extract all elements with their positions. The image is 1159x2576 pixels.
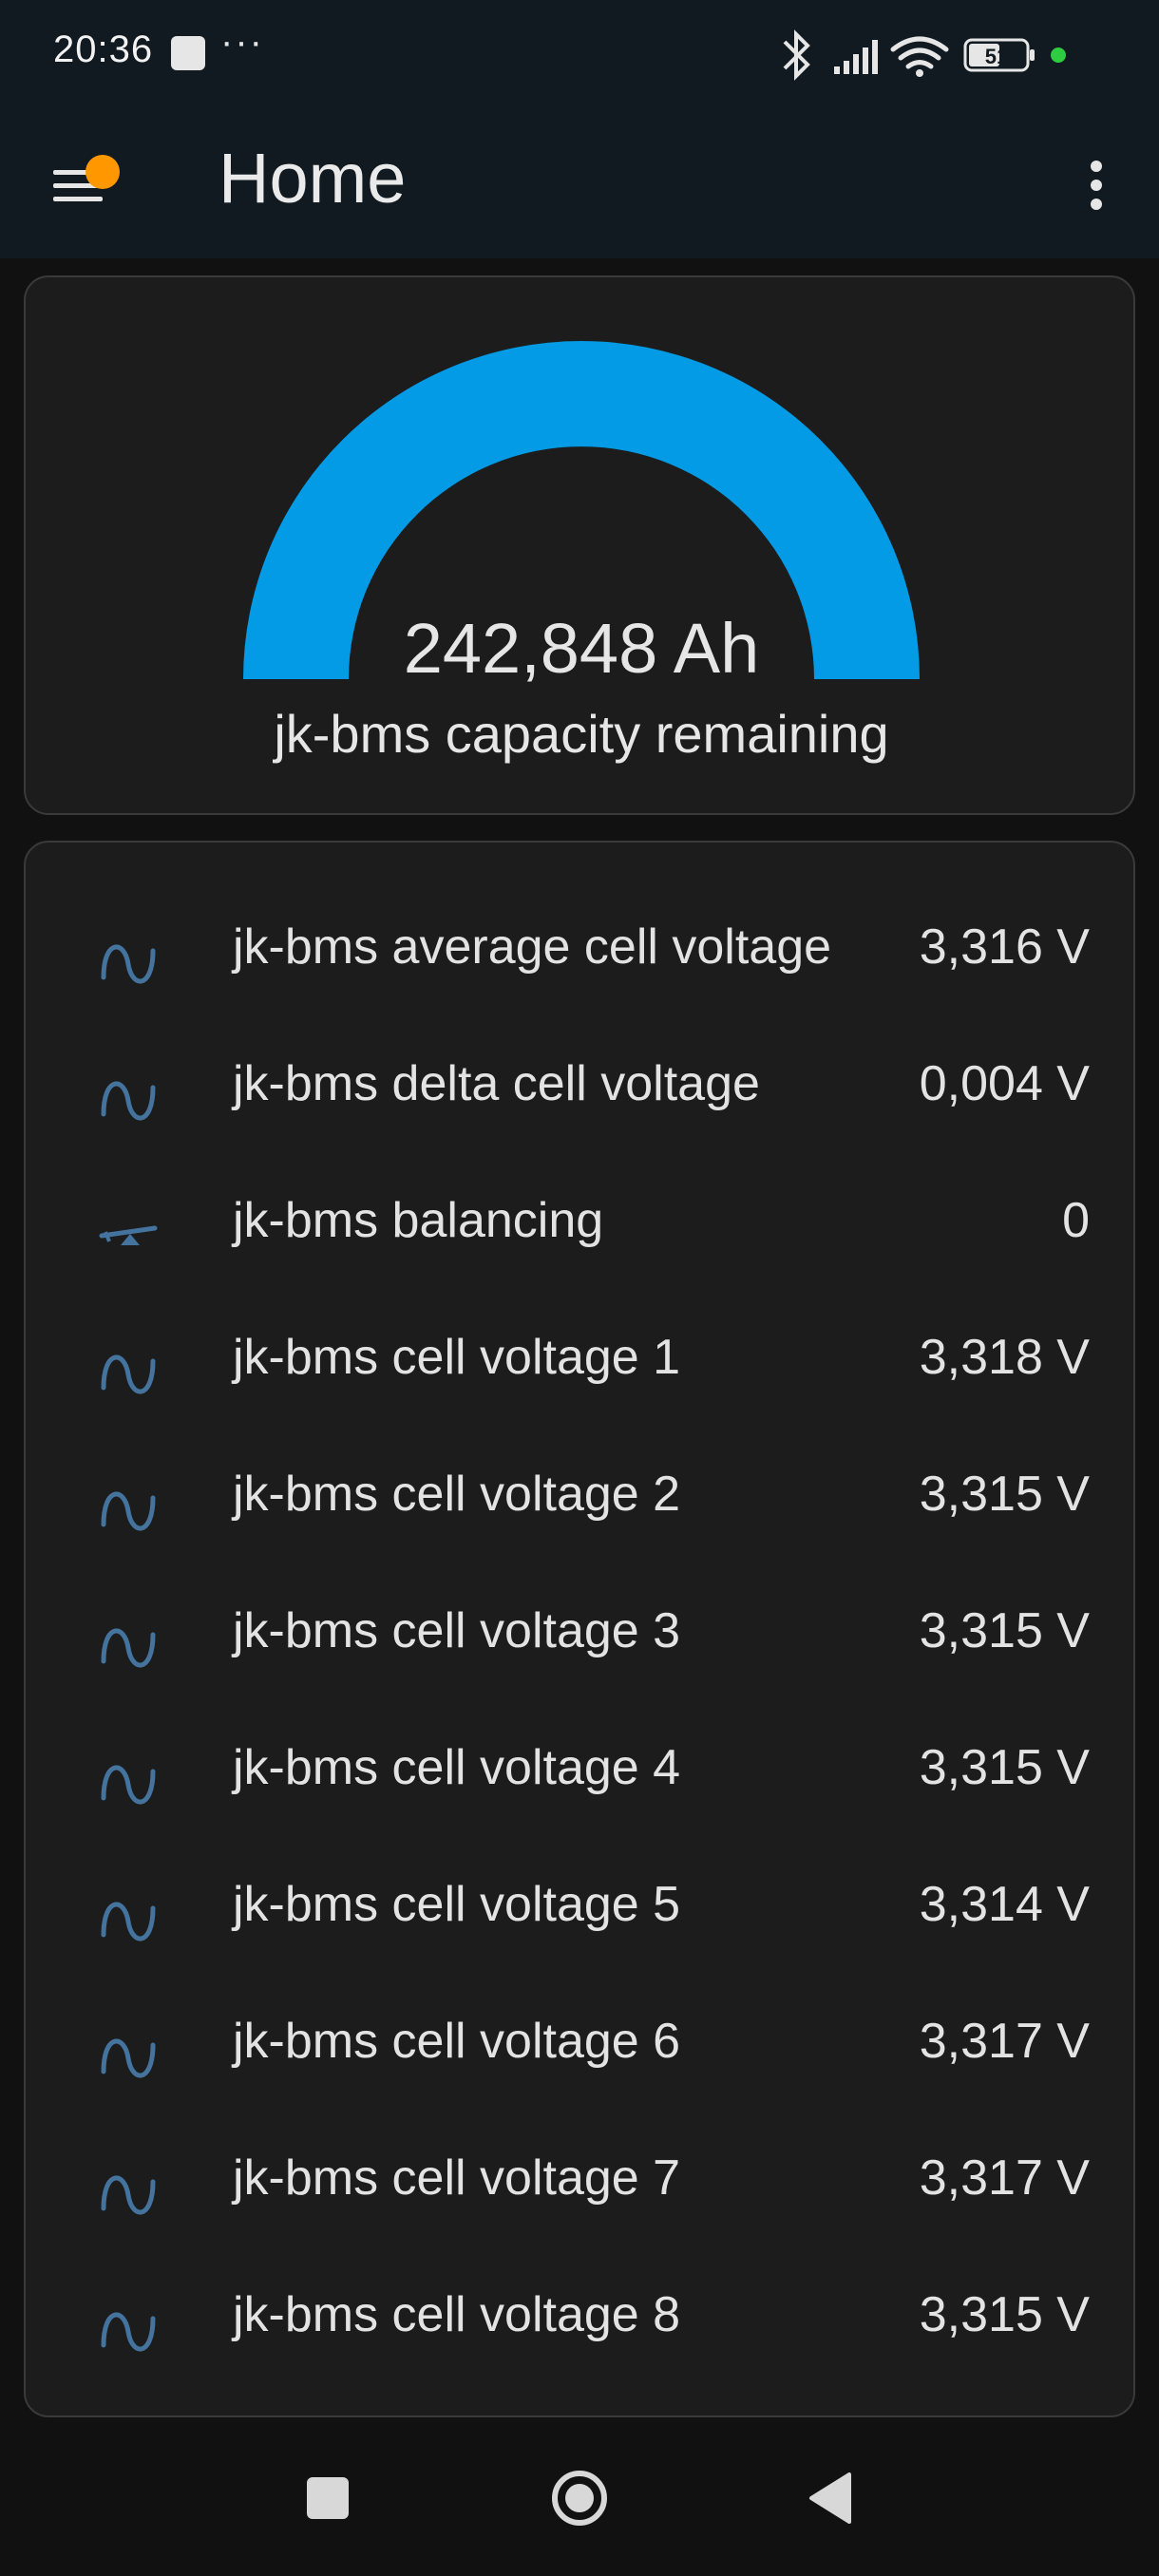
bluetooth-icon <box>783 29 810 81</box>
entity-row[interactable]: jk-bms cell voltage 1 3,318 V <box>26 1302 1137 1439</box>
battery-level: 51 <box>985 45 1008 68</box>
more-notifications-icon: ··· <box>220 21 264 63</box>
entity-label: jk-bms average cell voltage <box>233 919 832 975</box>
entity-label: jk-bms cell voltage 5 <box>233 1877 681 1932</box>
battery-icon: 51 <box>963 38 1035 72</box>
entity-label: jk-bms cell voltage 2 <box>233 1467 681 1522</box>
entity-row[interactable]: jk-bms cell voltage 3 3,315 V <box>26 1576 1137 1713</box>
entity-row[interactable]: jk-bms cell voltage 4 3,315 V <box>26 1713 1137 1849</box>
wifi-icon <box>890 36 949 69</box>
back-triangle-icon[interactable] <box>788 2455 874 2541</box>
overflow-dot <box>1091 199 1102 210</box>
sine-wave-icon <box>96 2161 162 2227</box>
entity-value: 3,317 V <box>919 2150 1090 2206</box>
entities-card: jk-bms average cell voltage 3,316 Vjk-bms… <box>24 841 1135 2417</box>
page-title: Home <box>218 139 407 218</box>
active-dot-icon <box>1051 47 1066 63</box>
sine-wave-icon <box>96 930 162 996</box>
entity-value: 3,314 V <box>919 1877 1090 1932</box>
entity-value: 3,317 V <box>919 2014 1090 2069</box>
menu-button[interactable] <box>42 147 120 223</box>
entity-label: jk-bms delta cell voltage <box>233 1056 760 1111</box>
entity-row[interactable]: jk-bms delta cell voltage 0,004 V <box>26 1029 1137 1165</box>
entity-value: 0 <box>1062 1193 1090 1248</box>
status-time: 20:36 <box>53 28 154 70</box>
more-vertical-icon[interactable] <box>1068 157 1125 214</box>
notification-dot <box>86 155 120 189</box>
sine-wave-icon <box>96 1614 162 1680</box>
gauge-label: jk-bms capacity remaining <box>274 704 889 764</box>
entity-value: 3,315 V <box>919 1467 1090 1522</box>
entity-row[interactable]: jk-bms average cell voltage 3,316 V <box>26 892 1137 1029</box>
entity-label: jk-bms cell voltage 8 <box>233 2287 681 2342</box>
home-circle-icon[interactable] <box>537 2455 622 2541</box>
entity-value: 3,315 V <box>919 1740 1090 1795</box>
sine-wave-icon <box>96 1067 162 1133</box>
entity-row[interactable]: jk-bms balancing 0 <box>26 1165 1137 1302</box>
entity-label: jk-bms balancing <box>233 1193 604 1248</box>
entity-row[interactable]: jk-bms cell voltage 7 3,317 V <box>26 2123 1137 2260</box>
sine-wave-icon <box>96 1751 162 1817</box>
entity-value: 3,315 V <box>919 1603 1090 1658</box>
sine-wave-icon <box>96 1340 162 1407</box>
status-bar: 20:36 ··· 51 <box>0 0 1159 109</box>
seesaw-icon <box>96 1203 162 1270</box>
entity-label: jk-bms cell voltage 6 <box>233 2014 681 2069</box>
entity-label: jk-bms cell voltage 3 <box>233 1603 681 1658</box>
signal-icon <box>834 40 878 74</box>
gauge-card[interactable]: 242,848 Ah jk-bms capacity remaining <box>24 275 1135 815</box>
overflow-dot <box>1091 161 1102 172</box>
entity-row[interactable]: jk-bms cell voltage 6 3,317 V <box>26 1986 1137 2123</box>
entity-label: jk-bms cell voltage 1 <box>233 1330 681 1385</box>
menu-icon-line <box>53 197 103 201</box>
status-icons: 51 <box>783 29 1066 81</box>
overflow-dot <box>1091 180 1102 191</box>
sine-wave-icon <box>96 1477 162 1544</box>
notification-app-icon <box>171 36 205 70</box>
entity-value: 3,315 V <box>919 2287 1090 2342</box>
sine-wave-icon <box>96 2298 162 2364</box>
entity-row[interactable]: jk-bms cell voltage 8 3,315 V <box>26 2260 1137 2396</box>
sine-wave-icon <box>96 2024 162 2091</box>
sine-wave-icon <box>96 1887 162 1954</box>
entity-label: jk-bms cell voltage 4 <box>233 1740 681 1795</box>
entity-row[interactable]: jk-bms cell voltage 5 3,314 V <box>26 1849 1137 1986</box>
recents-square-icon[interactable] <box>285 2455 370 2541</box>
gauge-value: 242,848 Ah <box>403 609 760 688</box>
top-app-bar: Home <box>0 109 1159 258</box>
entity-value: 0,004 V <box>919 1056 1090 1111</box>
system-nav-bar <box>0 2417 1159 2576</box>
wifi-dot <box>916 69 923 77</box>
entity-value: 3,318 V <box>919 1330 1090 1385</box>
entity-row[interactable]: jk-bms cell voltage 2 3,315 V <box>26 1439 1137 1576</box>
entity-value: 3,316 V <box>919 919 1090 975</box>
entity-label: jk-bms cell voltage 7 <box>233 2150 681 2206</box>
